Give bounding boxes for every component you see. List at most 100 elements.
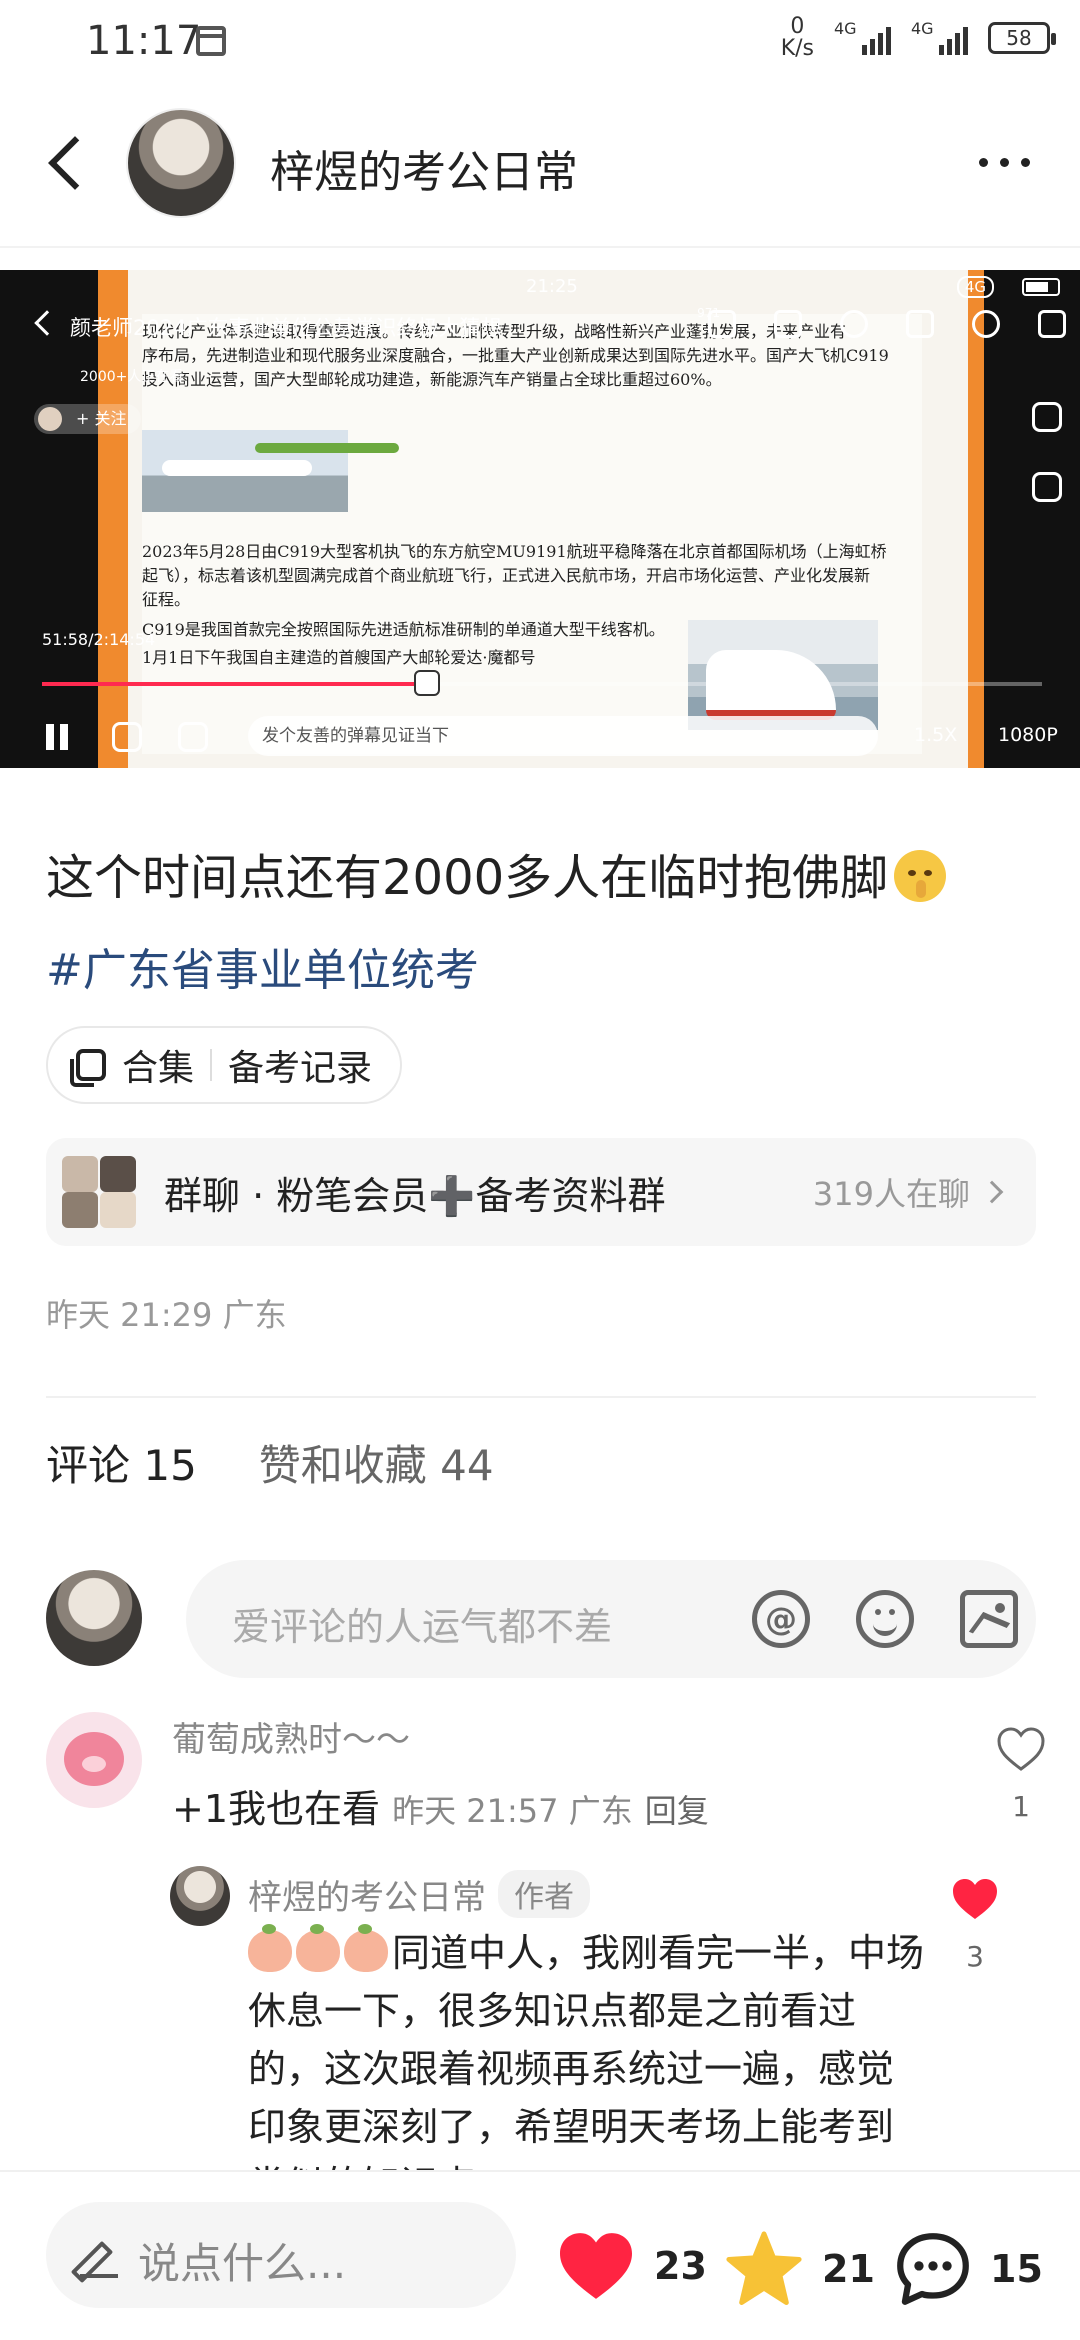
speed-button[interactable]: 1.5X	[914, 724, 957, 746]
comment-tabs: 评论 15 赞和收藏 44	[46, 1432, 494, 1493]
hashtag-link[interactable]: #广东省事业单位统考	[46, 934, 479, 998]
peach-emoji-icon	[344, 1924, 388, 1972]
comment-username[interactable]: 葡萄成熟时～～	[172, 1712, 410, 1761]
comment-button[interactable]: 15	[894, 2230, 1043, 2308]
comment-text: +1我也在看	[172, 1787, 381, 1831]
divider	[210, 1049, 213, 1081]
collection-icon	[70, 1049, 106, 1087]
video-battery-icon	[1022, 278, 1060, 296]
collection-chip[interactable]: 合集 备考记录	[46, 1026, 403, 1104]
emoji-icon[interactable]	[856, 1590, 914, 1648]
note-header: 梓煜的考公日常	[0, 98, 1080, 230]
slide-line: 征程。	[142, 590, 191, 609]
star-filled-icon	[726, 2231, 802, 2305]
divider	[46, 1396, 1036, 1398]
comment-placeholder: 爱评论的人运气都不差	[232, 1605, 613, 1649]
like-button[interactable]: 23	[556, 2230, 707, 2302]
favorite-button[interactable]: 21	[724, 2230, 875, 2308]
video-toolbar	[708, 310, 1066, 338]
like-count: 23	[654, 2244, 707, 2288]
video-player[interactable]: 现代化产业体系建设取得重要进展。传统产业加快转型升级，战略性新兴产业蓬勃发展，未…	[0, 270, 1080, 768]
reply-button[interactable]: 回复	[645, 1792, 709, 1830]
collection-label: 合集	[122, 1048, 195, 1089]
at-icon[interactable]: @	[752, 1590, 810, 1648]
network-speed: 0 K/s	[780, 14, 814, 61]
progress-fill	[42, 682, 427, 686]
thumbs-down-icon[interactable]	[774, 310, 802, 338]
more-vertical-icon[interactable]	[1038, 310, 1066, 338]
group-chat-card[interactable]: 群聊 · 粉笔会员➕备考资料群 319人在聊	[46, 1138, 1036, 1246]
video-clock: 21:25	[526, 276, 578, 297]
calendar-icon	[196, 26, 226, 56]
video-frame: 现代化产业体系建设取得重要进展。传统产业加快转型升级，战略性新兴产业蓬勃发展，未…	[98, 270, 984, 768]
heart-filled-icon[interactable]	[950, 1876, 1000, 1922]
danmaku-input[interactable]: 发个友善的弹幕见证当下	[248, 716, 878, 756]
slide-line: 起飞），标志着该机型圆满完成首个商业航班飞行，正式进入民航市场，开启市场化运营、…	[142, 566, 871, 585]
status-bar: 11:17 0 K/s 4G 4G 58	[0, 0, 1080, 84]
favorite-count: 21	[822, 2247, 875, 2291]
comment-input[interactable]: 爱评论的人运气都不差 @	[186, 1560, 1036, 1678]
reply-username[interactable]: 梓煜的考公日常 作者	[248, 1870, 590, 1919]
peach-emoji-icon	[248, 1924, 292, 1972]
author-avatar[interactable]	[126, 108, 236, 218]
slide-line: 序布局，先进制造业和现代服务业深度融合，一批重大产业创新成果达到国际先进水平。国…	[142, 346, 889, 365]
resolution-button[interactable]: 1080P	[998, 724, 1058, 746]
shush-emoji-icon	[894, 850, 947, 902]
post-time: 昨天 21:29 广东	[46, 1296, 287, 1334]
slide-line: 投入商业运营，国产大型邮轮成功建造，新能源汽车产销量占全球比重超过60%。	[142, 370, 722, 389]
avatar	[46, 1570, 142, 1666]
battery-icon: 58	[988, 22, 1056, 54]
heart-outline-icon[interactable]	[996, 1726, 1046, 1772]
pause-icon[interactable]	[42, 722, 72, 752]
pencil-icon	[80, 2238, 118, 2278]
share-icon[interactable]	[972, 310, 1000, 338]
camera-icon[interactable]	[1032, 402, 1062, 432]
more-icon[interactable]	[979, 158, 1030, 167]
signal-icon: 4G	[834, 19, 891, 55]
author-name[interactable]: 梓煜的考公日常	[270, 136, 578, 200]
comment-composer: 爱评论的人运气都不差 @	[46, 1560, 1036, 1680]
comment-body: +1我也在看 昨天 21:57 广东 回复	[172, 1778, 709, 1833]
comment-like-count: 1	[1012, 1790, 1030, 1823]
viewer-count: 2000+人正在看	[80, 369, 184, 385]
group-count: 319人在聊	[812, 1175, 970, 1213]
avatar[interactable]	[46, 1712, 142, 1808]
favorite-icon[interactable]	[906, 310, 934, 338]
tab-comments[interactable]: 评论 15	[46, 1432, 197, 1493]
comment-meta: 昨天 21:57 广东	[392, 1792, 633, 1830]
note-title: 这个时间点还有2000多人在临时抱佛脚	[46, 838, 947, 908]
group-name: 群聊 · 粉笔会员➕备考资料群	[164, 1173, 666, 1218]
say-something-input[interactable]: 说点什么...	[46, 2202, 516, 2308]
clock: 11:17	[86, 18, 202, 64]
ship-image	[688, 620, 878, 730]
reply-like-count: 3	[966, 1940, 984, 1973]
video-back-icon[interactable]	[34, 310, 60, 336]
comment-count: 15	[990, 2247, 1043, 2291]
thumbs-up-icon[interactable]	[708, 310, 736, 338]
slide-line: 1月1日下午我国自主建造的首艘国产大邮轮爱达·魔都号	[142, 648, 536, 667]
slide-line: 2023年5月28日由C919大型客机执飞的东方航空MU9191航班平稳降落在北…	[142, 542, 887, 561]
coin-icon[interactable]	[840, 310, 868, 338]
video-network: 4G	[956, 276, 994, 298]
back-icon[interactable]	[44, 134, 84, 194]
video-time: 51:58/2:14:54	[42, 630, 156, 649]
plane-image	[142, 430, 348, 512]
video-progress-bar[interactable]	[42, 670, 1042, 696]
say-placeholder: 说点什么...	[138, 2239, 347, 2288]
author-badge: 作者	[498, 1870, 590, 1918]
comment-bubble-icon	[897, 2233, 969, 2305]
image-icon[interactable]	[960, 1590, 1018, 1648]
chevron-right-icon	[980, 1180, 1004, 1204]
video-title: 颜老师2024广东事业单位公基常识终极大猜想	[70, 316, 502, 340]
danmaku-toggle-icon[interactable]	[112, 722, 142, 752]
signal-icon: 4G	[911, 19, 968, 55]
lock-icon[interactable]	[1032, 472, 1062, 502]
danmaku-settings-icon[interactable]	[178, 722, 208, 752]
divider	[0, 246, 1080, 248]
follow-button[interactable]: + 关注	[34, 404, 141, 434]
progress-knob[interactable]	[414, 670, 440, 696]
avatar[interactable]	[170, 1866, 230, 1926]
collection-name: 备考记录	[228, 1048, 373, 1089]
tab-likes-favorites[interactable]: 赞和收藏 44	[259, 1432, 494, 1493]
heart-filled-icon	[560, 2233, 632, 2299]
